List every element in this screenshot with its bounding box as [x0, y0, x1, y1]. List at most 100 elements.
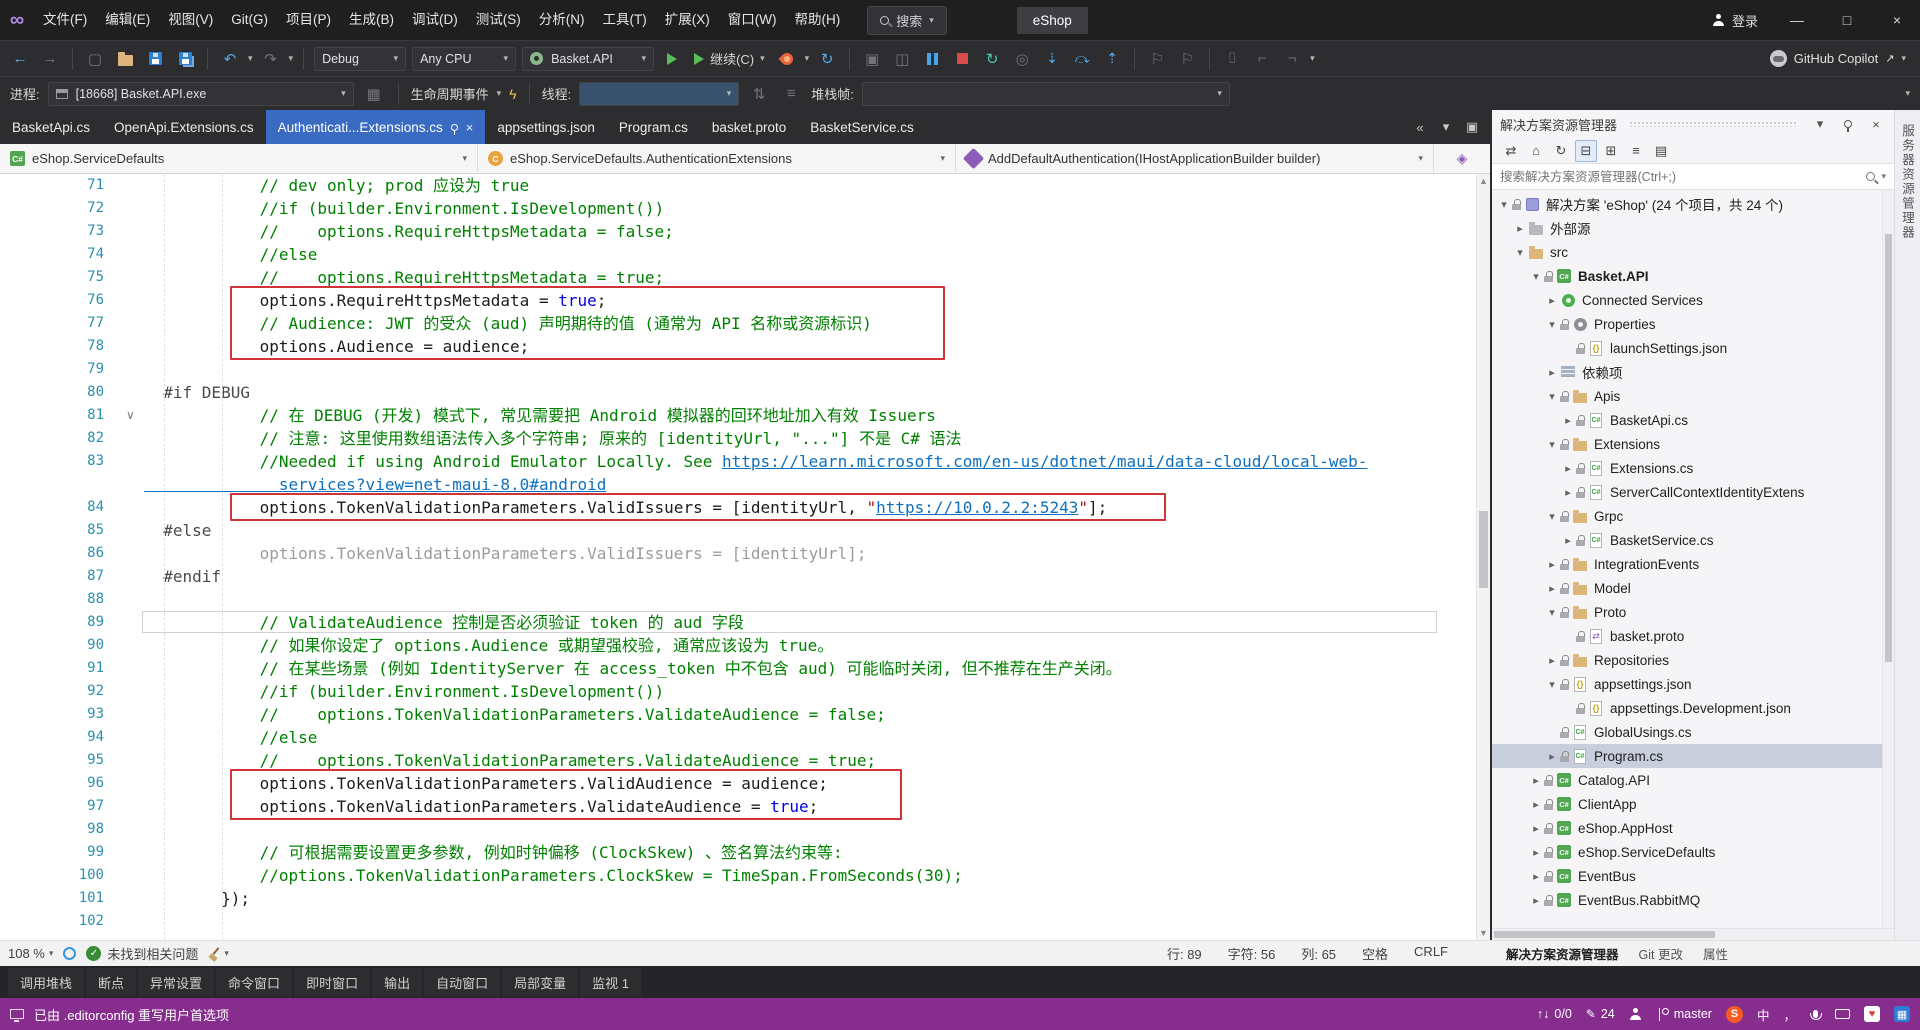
undo-dropdown-icon[interactable]: ▾: [248, 53, 253, 64]
panel-tab[interactable]: 即时窗口: [294, 967, 371, 997]
code-line[interactable]: 71 // dev only; prod 应设为 true: [0, 174, 1490, 197]
code-line[interactable]: 73 // options.RequireHttpsMetadata = fal…: [0, 220, 1490, 243]
code-line[interactable]: 97 options.TokenValidationParameters.Val…: [0, 795, 1490, 818]
tab-options-icon[interactable]: ▣: [1460, 115, 1484, 139]
solution-search-input[interactable]: [1500, 169, 1861, 184]
tree-item[interactable]: GlobalUsings.cs: [1492, 720, 1894, 744]
zoom-control[interactable]: 108 % ▾: [8, 946, 53, 961]
code-line[interactable]: 87 #endif: [0, 565, 1490, 588]
microphone-icon[interactable]: [1810, 1010, 1823, 1020]
code-line[interactable]: 86 options.TokenValidationParameters.Val…: [0, 542, 1490, 565]
menu-item[interactable]: 生成(B): [340, 0, 403, 40]
tree-item[interactable]: ▾ Proto: [1492, 600, 1894, 624]
split-window-icon[interactable]: ◫: [890, 47, 914, 71]
restart-debugging-icon[interactable]: ↻: [980, 47, 1004, 71]
switch-views-icon[interactable]: ⇄: [1500, 140, 1522, 162]
github-copilot-button[interactable]: GitHub Copilot ↗ ▾: [1764, 50, 1912, 67]
menu-item[interactable]: 编辑(E): [96, 0, 159, 40]
unflag-threads-icon[interactable]: ⚐: [1175, 47, 1199, 71]
ime-punctuation-toggle[interactable]: ，: [1783, 1005, 1796, 1024]
pending-edits-button[interactable]: ✎ 24: [1586, 1007, 1615, 1021]
refresh-icon[interactable]: ↻: [1550, 140, 1572, 162]
menu-item[interactable]: 扩展(X): [656, 0, 719, 40]
code-line[interactable]: 90 // 如果你设定了 options.Audience 或期望强校验, 通常…: [0, 634, 1490, 657]
document-tab[interactable]: BasketApi.cs: [0, 110, 102, 144]
panel-tab[interactable]: 异常设置: [138, 967, 215, 997]
expander-icon[interactable]: ▾: [1544, 318, 1560, 331]
menu-item[interactable]: 窗口(W): [719, 0, 786, 40]
close-icon[interactable]: ×: [1866, 114, 1886, 134]
code-line[interactable]: services?view=net-maui-8.0#android: [0, 473, 1490, 496]
expander-icon[interactable]: ▸: [1544, 654, 1560, 667]
tree-item[interactable]: ▸ 外部源: [1492, 216, 1894, 240]
code-editor[interactable]: 71 // dev only; prod 应设为 true 72 //if (bu…: [0, 174, 1490, 940]
menu-item[interactable]: 工具(T): [594, 0, 656, 40]
chevron-down-icon[interactable]: ▾: [497, 88, 502, 99]
expander-icon[interactable]: ▸: [1528, 774, 1544, 787]
solution-configuration-dropdown[interactable]: Debug ▾: [314, 46, 407, 71]
tree-item[interactable]: ▸ eShop.ServiceDefaults: [1492, 840, 1894, 864]
tree-item[interactable]: ▸ EventBus: [1492, 864, 1894, 888]
tree-item[interactable]: ▾ Basket.API: [1492, 264, 1894, 288]
threads-dropdown[interactable]: ▾: [579, 81, 740, 106]
tool-window-tab[interactable]: 属性: [1695, 942, 1736, 965]
tray-favorites-icon[interactable]: ♥: [1864, 1006, 1880, 1022]
code-line[interactable]: 102: [0, 910, 1490, 933]
open-folder-icon[interactable]: [113, 47, 137, 71]
tree-item[interactable]: ▸ ServerCallContextIdentityExtens: [1492, 480, 1894, 504]
tab-scroll-icon[interactable]: «: [1408, 115, 1432, 139]
bookmark-icon[interactable]: ⌷: [1220, 47, 1244, 71]
code-line[interactable]: 81 // 在 DEBUG (开发) 模式下, 常见需要把 Android 模拟…: [0, 404, 1490, 427]
expander-icon[interactable]: ▸: [1512, 222, 1528, 235]
sync-with-active-document-icon[interactable]: ⊟: [1575, 139, 1597, 162]
document-tab[interactable]: appsettings.json: [485, 110, 607, 144]
search-box[interactable]: 搜索 ▾: [867, 5, 947, 35]
tree-item[interactable]: launchSettings.json: [1492, 336, 1894, 360]
editor-scrollbar[interactable]: ▲ ▼: [1476, 174, 1490, 940]
tree-item[interactable]: ▾ appsettings.json: [1492, 672, 1894, 696]
tree-item[interactable]: ▾ Grpc: [1492, 504, 1894, 528]
next-bookmark-icon[interactable]: ¬: [1280, 47, 1304, 71]
show-next-statement-icon[interactable]: ◎: [1010, 47, 1034, 71]
tree-item[interactable]: ▸ Program.cs: [1492, 744, 1894, 768]
step-out-icon[interactable]: ⇡: [1100, 47, 1124, 71]
code-line[interactable]: 96 options.TokenValidationParameters.Val…: [0, 772, 1490, 795]
error-status[interactable]: ✓ 未找到相关问题: [86, 944, 198, 963]
outline-collapse-icon[interactable]: ∨: [126, 404, 135, 427]
tree-item[interactable]: ▸ eShop.AppHost: [1492, 816, 1894, 840]
save-all-icon[interactable]: [173, 47, 197, 71]
tree-item[interactable]: appsettings.Development.json: [1492, 696, 1894, 720]
close-icon[interactable]: ×: [466, 120, 474, 135]
panel-tab[interactable]: 监视 1: [580, 967, 641, 997]
navigate-back-icon[interactable]: ←: [8, 47, 32, 71]
step-over-icon[interactable]: ⤼: [1070, 47, 1094, 71]
tree-item[interactable]: ▾ Properties: [1492, 312, 1894, 336]
panel-tab[interactable]: 命令窗口: [216, 967, 293, 997]
code-link[interactable]: services?view=net-maui-8.0#android: [144, 475, 607, 494]
lifecycle-events-button[interactable]: 生命周期事件: [411, 84, 489, 103]
git-sync-button[interactable]: ↑↓ 0/0: [1537, 1007, 1572, 1021]
panel-tab[interactable]: 输出: [372, 967, 423, 997]
expander-icon[interactable]: ▸: [1560, 462, 1576, 475]
code-line[interactable]: 101 });: [0, 887, 1490, 910]
breadcrumb-segment[interactable]: CeShop.ServiceDefaults.AuthenticationExt…: [478, 144, 956, 173]
tray-grid-icon[interactable]: ▦: [1894, 1006, 1910, 1022]
scroll-up-icon[interactable]: ▲: [1477, 176, 1490, 186]
expander-icon[interactable]: ▾: [1512, 246, 1528, 259]
panel-tab[interactable]: 断点: [86, 967, 137, 997]
stack-frame-dropdown[interactable]: ▾: [861, 81, 1230, 106]
breadcrumb-segment[interactable]: AddDefaultAuthentication(IHostApplicatio…: [956, 144, 1434, 173]
code-line[interactable]: 92 //if (builder.Environment.IsDevelopme…: [0, 680, 1490, 703]
previous-bookmark-icon[interactable]: ⌐: [1250, 47, 1274, 71]
code-cleanup-button[interactable]: ▾: [208, 947, 229, 960]
code-line[interactable]: 100 //options.TokenValidationParameters.…: [0, 864, 1490, 887]
expander-icon[interactable]: ▸: [1560, 486, 1576, 499]
continue-button[interactable]: 继续(C) ▾: [690, 49, 769, 68]
expander-icon[interactable]: ▸: [1528, 798, 1544, 811]
expander-icon[interactable]: ▸: [1528, 894, 1544, 907]
sign-in-button[interactable]: 登录: [1700, 11, 1770, 30]
undo-icon[interactable]: ↶: [218, 47, 242, 71]
expander-icon[interactable]: ▸: [1528, 822, 1544, 835]
code-line[interactable]: 79: [0, 358, 1490, 381]
panel-tab[interactable]: 调用堆栈: [8, 967, 85, 997]
